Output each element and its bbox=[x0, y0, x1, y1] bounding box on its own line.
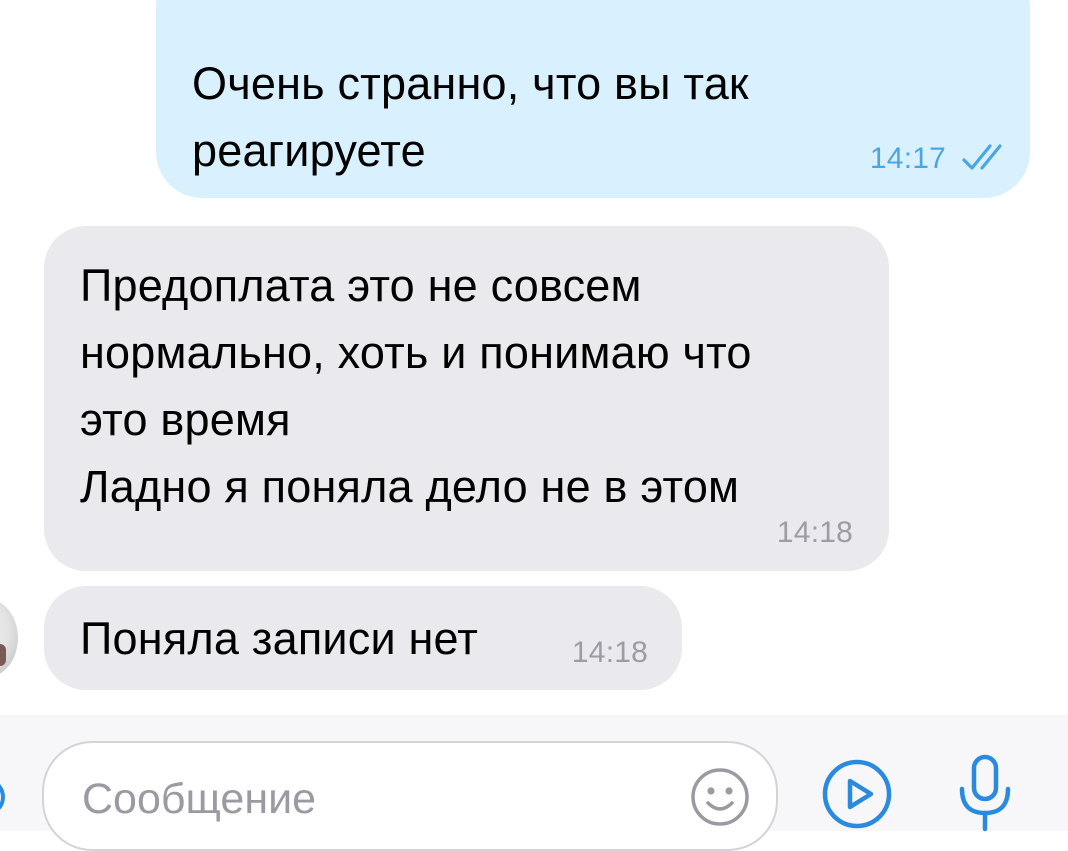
smiley-icon[interactable] bbox=[690, 767, 750, 827]
message-input-placeholder: Сообщение bbox=[82, 775, 317, 823]
outgoing-message[interactable]: Очень странно, что вы так реагируете 14:… bbox=[156, 0, 1030, 198]
microphone-icon[interactable] bbox=[950, 753, 1020, 833]
video-message-icon[interactable] bbox=[820, 757, 894, 831]
avatar-image bbox=[0, 644, 6, 666]
message-input[interactable]: Сообщение bbox=[42, 741, 778, 851]
attach-icon[interactable] bbox=[0, 767, 6, 827]
message-composer: Сообщение bbox=[0, 715, 1068, 851]
message-text: Предоплата это не совсем нормально, хоть… bbox=[80, 260, 752, 512]
message-list[interactable]: Очень странно, что вы так реагируете 14:… bbox=[0, 0, 1068, 715]
message-time: 14:18 bbox=[571, 636, 648, 669]
message-time: 14:18 bbox=[776, 516, 853, 549]
incoming-message[interactable]: Поняла записи нет 14:18 bbox=[44, 586, 682, 690]
message-time: 14:17 bbox=[869, 142, 946, 175]
incoming-message[interactable]: Предоплата это не совсем нормально, хоть… bbox=[44, 226, 889, 571]
double-check-icon bbox=[960, 140, 1010, 174]
avatar[interactable] bbox=[0, 598, 18, 678]
